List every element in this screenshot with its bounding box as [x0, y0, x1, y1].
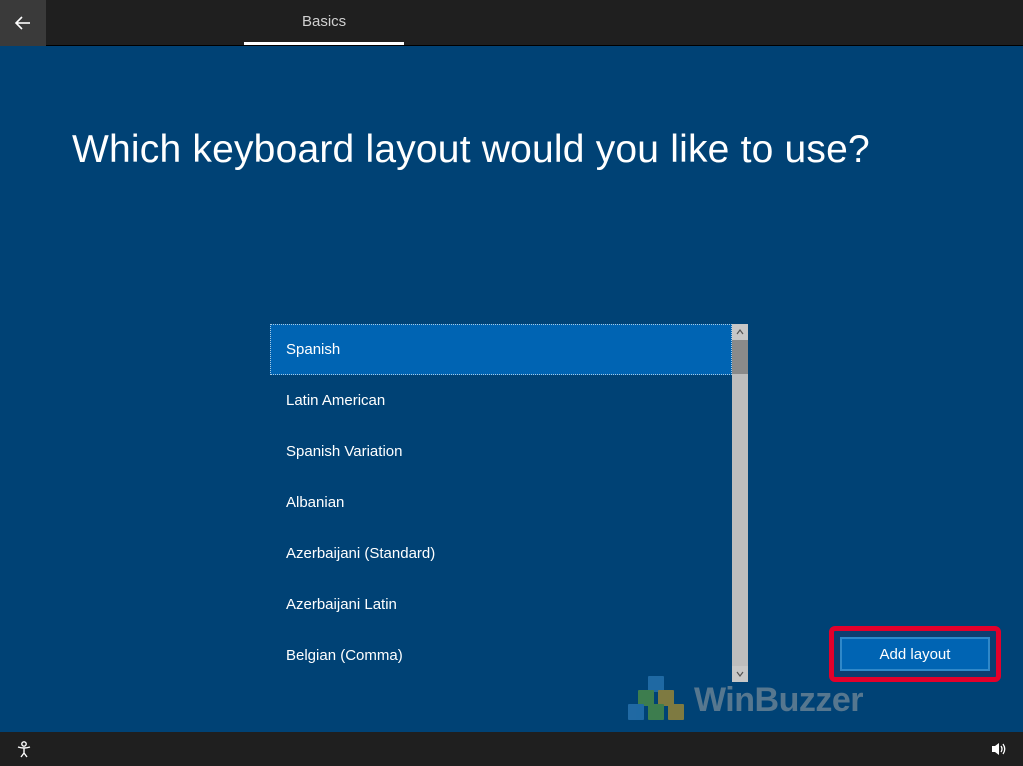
watermark: WinBuzzer	[628, 676, 863, 724]
tab-basics[interactable]: Basics	[244, 13, 404, 45]
bottom-bar	[0, 732, 1023, 766]
action-area: Add layout	[829, 626, 1001, 682]
keyboard-layout-list: SpanishLatin AmericanSpanish VariationAl…	[270, 324, 748, 682]
watermark-text: WinBuzzer	[694, 681, 863, 720]
annotation-highlight: Add layout	[829, 626, 1001, 682]
layout-option[interactable]: Azerbaijani Latin	[270, 579, 732, 630]
chevron-up-icon	[736, 328, 744, 336]
layout-option[interactable]: Spanish Variation	[270, 426, 732, 477]
layout-option[interactable]: Latin American	[270, 375, 732, 426]
title-bar: Basics	[0, 0, 1023, 46]
add-layout-label: Add layout	[880, 646, 951, 663]
scroll-track[interactable]	[732, 340, 748, 666]
add-layout-button[interactable]: Add layout	[840, 637, 990, 671]
scroll-down-button[interactable]	[732, 666, 748, 682]
chevron-down-icon	[736, 670, 744, 678]
main-content: Which keyboard layout would you like to …	[0, 46, 1023, 732]
back-button[interactable]	[0, 0, 46, 46]
tab-zone: Basics	[46, 0, 1023, 45]
watermark-logo-icon	[628, 676, 686, 724]
layout-option[interactable]: Spanish	[270, 324, 732, 375]
layout-option[interactable]: Albanian	[270, 477, 732, 528]
scroll-thumb[interactable]	[732, 340, 748, 374]
volume-button[interactable]	[989, 739, 1009, 759]
tab-label: Basics	[302, 13, 346, 30]
page-heading: Which keyboard layout would you like to …	[72, 128, 1023, 172]
layout-option[interactable]: Azerbaijani (Standard)	[270, 528, 732, 579]
speaker-icon	[990, 740, 1008, 758]
layout-list-body: SpanishLatin AmericanSpanish VariationAl…	[270, 324, 732, 682]
scrollbar[interactable]	[732, 324, 748, 682]
ease-of-access-button[interactable]	[14, 739, 34, 759]
ease-of-access-icon	[15, 740, 33, 758]
back-arrow-icon	[13, 13, 33, 33]
scroll-up-button[interactable]	[732, 324, 748, 340]
layout-option[interactable]: Belgian (Comma)	[270, 630, 732, 681]
